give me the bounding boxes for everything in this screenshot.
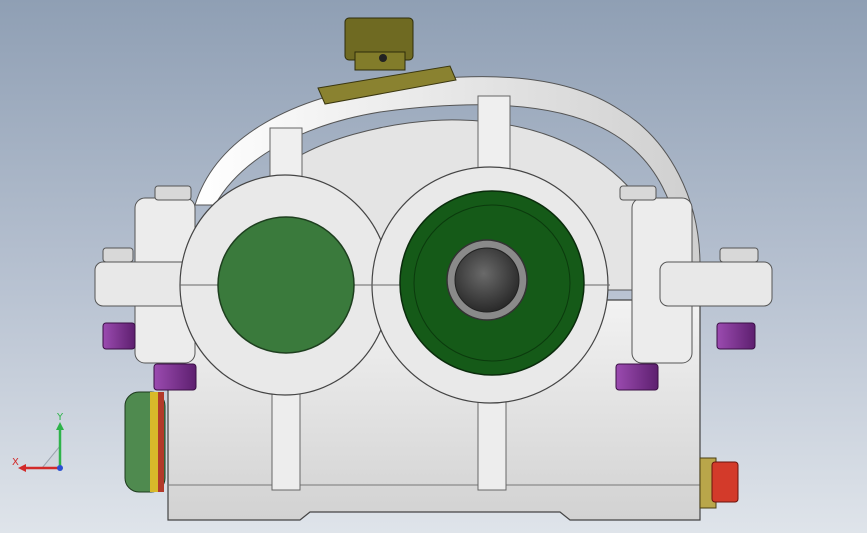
cad-viewport[interactable]: Y X	[0, 0, 867, 533]
cap-bolt-icon[interactable]	[716, 322, 756, 350]
x-arrow-icon	[18, 464, 26, 472]
gearbox-model[interactable]	[0, 0, 867, 533]
rib-upper-right	[477, 95, 511, 171]
y-axis-label: Y	[56, 412, 64, 423]
y-arrow-icon	[56, 422, 64, 430]
cap-bolt-icon[interactable]	[615, 363, 659, 391]
breather-neck	[354, 51, 406, 71]
bolt-head-icon	[719, 247, 759, 263]
lug-right	[659, 261, 773, 307]
cap-bolt-icon[interactable]	[153, 363, 197, 391]
bolt-head-icon	[102, 247, 134, 263]
z-axis-icon	[57, 465, 63, 471]
x-axis-label: X	[12, 457, 19, 468]
cap-bolt-icon[interactable]	[102, 322, 136, 350]
output-shaft-core[interactable]	[454, 247, 520, 313]
drain-plug-icon[interactable]	[711, 461, 739, 503]
triad-plane	[40, 444, 61, 469]
input-shaft-seat[interactable]	[217, 216, 355, 354]
rib-left	[271, 384, 301, 491]
gauge-ring-red	[158, 392, 164, 492]
bolt-head-icon	[154, 185, 192, 201]
orientation-triad: Y X	[12, 412, 64, 472]
breather-hole	[379, 54, 387, 62]
bolt-head-icon	[619, 185, 657, 201]
gauge-ring-yellow	[150, 392, 158, 492]
